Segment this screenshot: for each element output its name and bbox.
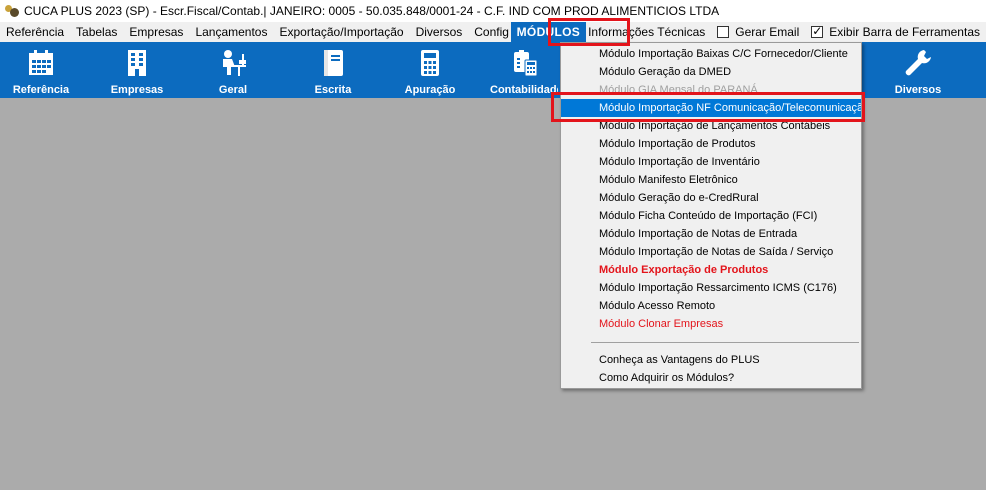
toolbar-referencia-label: Referência: [12, 84, 70, 96]
toolbar-contabilidade-label: Contabilidade: [490, 84, 558, 96]
menu-item-clonar-empresas[interactable]: Módulo Clonar Empresas: [561, 315, 861, 333]
building-icon: [122, 48, 152, 78]
toolbar-apuracao-button[interactable]: Apuração: [396, 42, 464, 98]
toolbar-contabilidade-button[interactable]: Contabilidade: [488, 42, 558, 98]
menu-informacoes-tecnicas[interactable]: Informações Técnicas: [586, 22, 711, 42]
menu-item-geracao-dmed[interactable]: Módulo Geração da DMED: [561, 63, 861, 81]
app-logo-icon: [4, 4, 20, 18]
menu-item-importacao-nf-comunicacao[interactable]: Módulo Importação NF Comunicação/Telecom…: [561, 99, 861, 117]
menu-bar: Referência Tabelas Empresas Lançamentos …: [0, 22, 986, 42]
menu-item-importacao-produtos[interactable]: Módulo Importação de Produtos: [561, 135, 861, 153]
menu-exportacao-importacao[interactable]: Exportação/Importação: [273, 22, 409, 42]
menu-item-manifesto-eletronico[interactable]: Módulo Manifesto Eletrônico: [561, 171, 861, 189]
toolbar-diversos-label: Diversos: [894, 84, 942, 96]
toolbar-diversos-button[interactable]: Diversos: [884, 42, 952, 98]
toolbar-empresas-label: Empresas: [110, 84, 164, 96]
menu-empresas[interactable]: Empresas: [123, 22, 189, 42]
menu-modulos[interactable]: MÓDULOS: [510, 22, 587, 42]
menu-tabelas[interactable]: Tabelas: [70, 22, 123, 42]
menu-item-importacao-inventario[interactable]: Módulo Importação de Inventário: [561, 153, 861, 171]
menu-item-ficha-fci[interactable]: Módulo Ficha Conteúdo de Importação (FCI…: [561, 207, 861, 225]
menu-item-como-adquirir[interactable]: Como Adquirir os Módulos?: [561, 369, 861, 387]
menu-item-acesso-remoto[interactable]: Módulo Acesso Remoto: [561, 297, 861, 315]
wrench-icon: [903, 48, 933, 78]
toolbar-empresas-button[interactable]: Empresas: [104, 42, 170, 98]
menu-separator: [591, 342, 859, 343]
calculator-icon: [415, 48, 445, 78]
menu-lancamentos[interactable]: Lançamentos: [189, 22, 273, 42]
menu-diversos[interactable]: Diversos: [410, 22, 469, 42]
exibir-barra-checkbox[interactable]: [811, 24, 824, 38]
menu-item-vantagens-plus[interactable]: Conheça as Vantagens do PLUS: [561, 351, 861, 369]
menu-item-notas-saida[interactable]: Módulo Importação de Notas de Saída / Se…: [561, 243, 861, 261]
exibir-barra-toggle[interactable]: Exibir Barra de Ferramentas: [805, 22, 986, 42]
title-bar: CUCA PLUS 2023 (SP) - Escr.Fiscal/Contab…: [0, 0, 986, 22]
modulos-dropdown: Módulo Importação Baixas C/C Fornecedor/…: [560, 42, 862, 389]
gerar-email-checkbox[interactable]: [717, 26, 730, 38]
window-title: CUCA PLUS 2023 (SP) - Escr.Fiscal/Contab…: [24, 4, 720, 18]
calendar-icon: [26, 48, 56, 78]
menu-configuracoes[interactable]: Configurações: [468, 22, 508, 42]
toolbar-apuracao-label: Apuração: [404, 84, 456, 96]
exibir-barra-label: Exibir Barra de Ferramentas: [829, 25, 980, 39]
menu-item-gia-parana: Módulo GIA Mensal do PARANÁ: [599, 84, 758, 96]
toolbar-escrita-label: Escrita: [314, 84, 352, 96]
toolbar-referencia-button[interactable]: Referência: [8, 42, 74, 98]
book-icon: [318, 48, 348, 78]
menu-item-exportacao-produtos[interactable]: Módulo Exportação de Produtos: [561, 261, 861, 279]
menu-item-importacao-lancamentos[interactable]: Módulo Importação de Lançamentos Contábe…: [561, 117, 861, 135]
accounting-icon: [510, 48, 540, 78]
menu-referencia[interactable]: Referência: [0, 22, 70, 42]
menu-item-importacao-baixas[interactable]: Módulo Importação Baixas C/C Fornecedor/…: [561, 45, 861, 63]
menu-item-notas-entrada[interactable]: Módulo Importação de Notas de Entrada: [561, 225, 861, 243]
toolbar-geral-button[interactable]: Geral: [198, 42, 268, 98]
toolbar-geral-label: Geral: [218, 84, 248, 96]
gerar-email-label: Gerar Email: [735, 25, 800, 39]
menu-item-ressarcimento-icms[interactable]: Módulo Importação Ressarcimento ICMS (C1…: [561, 279, 861, 297]
person-at-desk-icon: [218, 48, 248, 78]
menu-item-e-credrural[interactable]: Módulo Geração do e-CredRural: [561, 189, 861, 207]
gerar-email-toggle[interactable]: Gerar Email: [711, 22, 805, 42]
toolbar-escrita-button[interactable]: Escrita: [300, 42, 366, 98]
